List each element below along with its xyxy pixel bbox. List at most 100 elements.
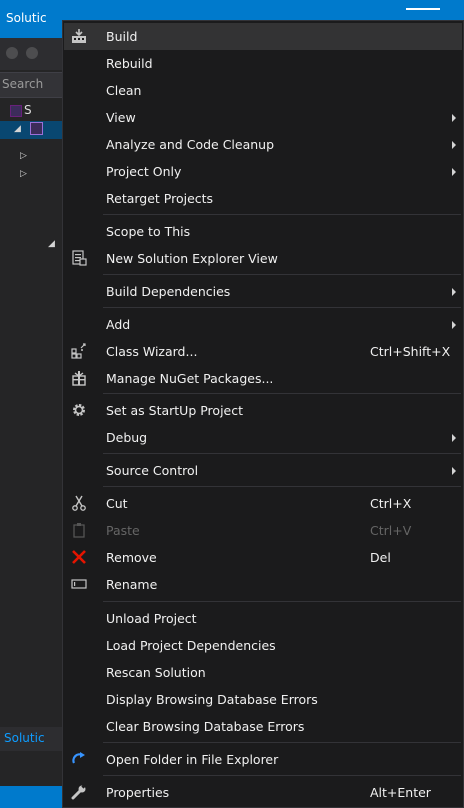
menu-separator — [103, 453, 461, 454]
menu-item-label: Rename — [106, 577, 158, 592]
submenu-arrow-icon — [452, 434, 456, 442]
menu-item-paste: Paste Ctrl+V — [64, 517, 462, 544]
menu-separator — [103, 393, 461, 394]
menu-item-label: Display Browsing Database Errors — [106, 692, 318, 707]
menu-item-label: Set as StartUp Project — [106, 403, 244, 418]
menu-separator — [103, 742, 461, 743]
submenu-arrow-icon — [452, 114, 456, 122]
menu-item-label: Debug — [106, 430, 148, 445]
menu-item-shortcut: Del — [370, 550, 391, 565]
menu-item-shortcut: Ctrl+V — [370, 523, 412, 538]
back-icon[interactable] — [6, 47, 18, 59]
menu-item-label: Analyze and Code Cleanup — [106, 137, 275, 152]
menu-item-remove[interactable]: Remove Del — [64, 544, 462, 571]
menu-item-label: Build — [106, 29, 138, 44]
menu-item-load-project-dependencies[interactable]: Load Project Dependencies — [64, 632, 462, 659]
menu-item-set-as-startup-project[interactable]: Set as StartUp Project — [64, 397, 462, 424]
solution-explorer-title: Solutic — [6, 11, 47, 25]
solution-explorer-tab-label: Solutic — [4, 731, 45, 745]
menu-item-new-solution-explorer-view[interactable]: New Solution Explorer View — [64, 245, 462, 272]
menu-item-label: Rebuild — [106, 56, 153, 71]
tree-root-label: S — [24, 103, 32, 117]
open-folder-icon — [69, 750, 89, 768]
menu-item-label: Build Dependencies — [106, 284, 231, 299]
menu-item-shortcut: Ctrl+X — [370, 496, 412, 511]
menu-item-label: Cut — [106, 496, 128, 511]
menu-item-label: Open Folder in File Explorer — [106, 752, 279, 767]
submenu-arrow-icon — [452, 467, 456, 475]
menu-item-label: Source Control — [106, 463, 199, 478]
menu-item-properties[interactable]: Properties Alt+Enter — [64, 779, 462, 806]
menu-item-rename[interactable]: Rename — [64, 571, 462, 598]
submenu-arrow-icon — [452, 141, 456, 149]
wrench-icon — [69, 783, 89, 801]
menu-separator — [103, 307, 461, 308]
menu-item-clear-browsing-database-errors[interactable]: Clear Browsing Database Errors — [64, 713, 462, 740]
expand-arrow-icon[interactable]: ◢ — [48, 239, 55, 249]
context-menu: Build Rebuild Clean View Analyze and Code Cl… — [62, 20, 464, 808]
paste-icon — [69, 521, 89, 539]
menu-item-clean[interactable]: Clean — [64, 77, 462, 104]
menu-item-debug[interactable]: Debug — [64, 424, 462, 451]
expand-arrow-icon[interactable]: ◢ — [14, 124, 21, 134]
collapse-arrow-icon[interactable]: ▷ — [20, 169, 27, 179]
class-wizard-icon — [69, 342, 89, 360]
menu-item-label: Add — [106, 317, 131, 332]
menu-item-label: Clear Browsing Database Errors — [106, 719, 305, 734]
menu-separator — [103, 274, 461, 275]
menu-item-label: Class Wizard... — [106, 344, 198, 359]
menu-item-label: Project Only — [106, 164, 182, 179]
menu-separator — [103, 601, 461, 602]
menu-item-label: Scope to This — [106, 224, 191, 239]
menu-item-label: Load Project Dependencies — [106, 638, 276, 653]
menu-item-label: Paste — [106, 523, 140, 538]
menu-item-shortcut: Ctrl+Shift+X — [370, 344, 451, 359]
menu-item-label: Clean — [106, 83, 142, 98]
forward-icon[interactable] — [26, 47, 38, 59]
menu-item-rescan-solution[interactable]: Rescan Solution — [64, 659, 462, 686]
menu-item-display-browsing-database-errors[interactable]: Display Browsing Database Errors — [64, 686, 462, 713]
menu-item-label: Manage NuGet Packages... — [106, 371, 274, 386]
menu-item-scope-to-this[interactable]: Scope to This — [64, 218, 462, 245]
menu-separator — [103, 486, 461, 487]
menu-separator — [103, 775, 461, 776]
menu-separator — [103, 214, 461, 215]
menu-item-label: Remove — [106, 550, 157, 565]
menu-item-source-control[interactable]: Source Control — [64, 457, 462, 484]
menu-item-retarget-projects[interactable]: Retarget Projects — [64, 185, 462, 212]
menu-item-open-folder-in-file-explorer[interactable]: Open Folder in File Explorer — [64, 746, 462, 773]
submenu-arrow-icon — [452, 288, 456, 296]
menu-item-label: Retarget Projects — [106, 191, 214, 206]
new-explorer-view-icon — [69, 249, 89, 267]
menu-item-label: Properties — [106, 785, 170, 800]
menu-item-add[interactable]: Add — [64, 311, 462, 338]
project-icon — [30, 122, 43, 135]
build-icon — [69, 27, 89, 45]
menu-item-label: Unload Project — [106, 611, 197, 626]
nuget-icon — [69, 369, 89, 387]
menu-item-cut[interactable]: Cut Ctrl+X — [64, 490, 462, 517]
solution-explorer-tab[interactable]: Solutic — [0, 727, 64, 751]
menu-item-view[interactable]: View — [64, 104, 462, 131]
menu-item-label: Rescan Solution — [106, 665, 206, 680]
menu-item-build-dependencies[interactable]: Build Dependencies — [64, 278, 462, 305]
scissors-icon — [69, 494, 89, 512]
menu-item-project-only[interactable]: Project Only — [64, 158, 462, 185]
pin-icon[interactable] — [406, 8, 440, 16]
menu-item-manage-nuget-packages[interactable]: Manage NuGet Packages... — [64, 365, 462, 392]
menu-item-label: View — [106, 110, 136, 125]
menu-item-analyze-and-code-cleanup[interactable]: Analyze and Code Cleanup — [64, 131, 462, 158]
menu-item-class-wizard[interactable]: Class Wizard... Ctrl+Shift+X — [64, 338, 462, 365]
search-placeholder: Search — [2, 77, 44, 91]
gear-icon — [69, 401, 89, 419]
menu-item-build[interactable]: Build — [64, 23, 462, 50]
menu-item-unload-project[interactable]: Unload Project — [64, 605, 462, 632]
submenu-arrow-icon — [452, 321, 456, 329]
collapse-arrow-icon[interactable]: ▷ — [20, 151, 27, 161]
submenu-arrow-icon — [452, 168, 456, 176]
menu-item-label: New Solution Explorer View — [106, 251, 278, 266]
menu-item-rebuild[interactable]: Rebuild — [64, 50, 462, 77]
solution-icon — [10, 105, 22, 117]
remove-icon — [69, 548, 89, 566]
menu-item-shortcut: Alt+Enter — [370, 785, 431, 800]
